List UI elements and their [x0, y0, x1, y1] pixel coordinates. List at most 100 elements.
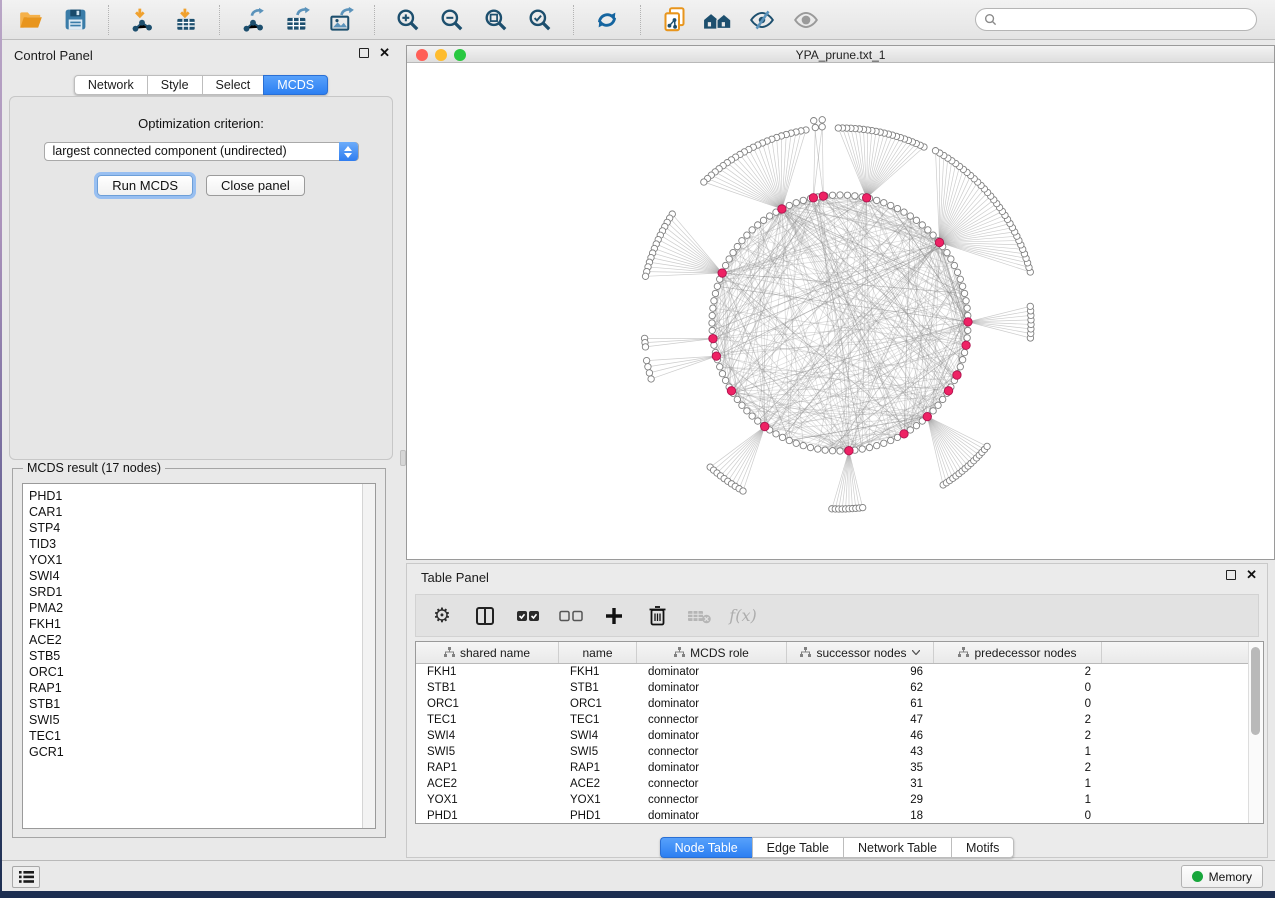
- memory-button[interactable]: Memory: [1181, 865, 1263, 888]
- refresh-icon[interactable]: [592, 5, 622, 35]
- table-row[interactable]: STB1STB1dominator620: [416, 680, 1263, 696]
- show-all-icon[interactable]: [791, 5, 821, 35]
- column-header-mcds-role[interactable]: MCDS role: [637, 642, 787, 663]
- table-cell: dominator: [637, 698, 787, 710]
- mcds-result-item[interactable]: SWI4: [29, 568, 375, 584]
- table-row[interactable]: RAP1RAP1dominator352: [416, 760, 1263, 776]
- table-panel-title: Table Panel: [421, 570, 489, 585]
- mcds-result-item[interactable]: SWI5: [29, 712, 375, 728]
- search-input[interactable]: [1002, 13, 1248, 27]
- mcds-result-item[interactable]: TEC1: [29, 728, 375, 744]
- mcds-list-scrollbar[interactable]: [362, 484, 375, 828]
- tab-network-table[interactable]: Network Table: [843, 837, 951, 858]
- run-mcds-button[interactable]: Run MCDS: [97, 175, 193, 196]
- float-window-icon[interactable]: [1226, 570, 1236, 580]
- tab-mcds[interactable]: MCDS: [263, 75, 328, 95]
- mcds-result-item[interactable]: FKH1: [29, 616, 375, 632]
- mcds-result-item[interactable]: STB5: [29, 648, 375, 664]
- table-cell: STB1: [416, 682, 559, 694]
- mcds-result-item[interactable]: YOX1: [29, 552, 375, 568]
- zoom-out-icon[interactable]: [437, 5, 467, 35]
- tree-icon: [674, 647, 685, 658]
- tab-style[interactable]: Style: [147, 75, 202, 95]
- export-table-icon[interactable]: [282, 5, 312, 35]
- table-row[interactable]: SWI5SWI5connector431: [416, 744, 1263, 760]
- table-row[interactable]: ACE2ACE2connector311: [416, 776, 1263, 792]
- table-cell: YOX1: [416, 794, 559, 806]
- network-canvas[interactable]: [407, 63, 1274, 559]
- tab-node-table[interactable]: Node Table: [660, 837, 752, 858]
- optimization-criterion-select[interactable]: largest connected component (undirected): [44, 142, 359, 161]
- column-header-shared-name[interactable]: shared name: [416, 642, 559, 663]
- chevron-down-icon: [912, 650, 920, 655]
- close-panel-icon[interactable]: ✕: [1246, 570, 1257, 580]
- table-row[interactable]: TEC1TEC1connector472: [416, 712, 1263, 728]
- close-panel-icon[interactable]: ✕: [379, 48, 390, 58]
- float-window-icon[interactable]: [359, 48, 369, 58]
- tab-select[interactable]: Select: [202, 75, 264, 95]
- open-file-icon[interactable]: [16, 5, 46, 35]
- mcds-result-item[interactable]: ORC1: [29, 664, 375, 680]
- mcds-result-list[interactable]: PHD1CAR1STP4TID3YOX1SWI4SRD1PMA2FKH1ACE2…: [22, 483, 376, 829]
- tab-motifs[interactable]: Motifs: [951, 837, 1014, 858]
- table-row[interactable]: YOX1YOX1connector291: [416, 792, 1263, 808]
- first-neighbors-icon[interactable]: [703, 5, 733, 35]
- table-cell: connector: [637, 778, 787, 790]
- zoom-fit-icon[interactable]: [481, 5, 511, 35]
- mcds-result-item[interactable]: ACE2: [29, 632, 375, 648]
- table-cell: ORC1: [416, 698, 559, 710]
- table-cell: 1: [934, 746, 1102, 758]
- mcds-result-item[interactable]: PHD1: [29, 488, 375, 504]
- export-image-icon[interactable]: [326, 5, 356, 35]
- mcds-result-item[interactable]: STB1: [29, 696, 375, 712]
- table-row[interactable]: ORC1ORC1dominator610: [416, 696, 1263, 712]
- node-table[interactable]: shared name name MCDS role successor nod…: [415, 641, 1264, 824]
- add-row-icon[interactable]: [602, 604, 626, 628]
- select-all-icon[interactable]: [516, 604, 540, 628]
- table-cell: PHD1: [559, 810, 637, 822]
- zoom-selected-icon[interactable]: [525, 5, 555, 35]
- table-cell: STB1: [559, 682, 637, 694]
- table-cell: connector: [637, 794, 787, 806]
- mcds-result-item[interactable]: SRD1: [29, 584, 375, 600]
- network-window-titlebar[interactable]: YPA_prune.txt_1: [407, 46, 1274, 63]
- mcds-result-group: MCDS result (17 nodes) PHD1CAR1STP4TID3Y…: [12, 468, 386, 838]
- column-header-predecessor-nodes[interactable]: predecessor nodes: [934, 642, 1102, 663]
- table-cell: RAP1: [559, 762, 637, 774]
- export-network-icon[interactable]: [238, 5, 268, 35]
- table-cell: SWI5: [416, 746, 559, 758]
- search-box[interactable]: [975, 8, 1257, 31]
- tab-edge-table[interactable]: Edge Table: [752, 837, 843, 858]
- mcds-result-item[interactable]: PMA2: [29, 600, 375, 616]
- table-row[interactable]: FKH1FKH1dominator962: [416, 664, 1263, 680]
- table-toolbar: ⚙ f(x): [415, 594, 1259, 637]
- node-table-body[interactable]: FKH1FKH1dominator962STB1STB1dominator620…: [416, 664, 1263, 823]
- table-row[interactable]: PHD1PHD1dominator180: [416, 808, 1263, 824]
- save-session-icon[interactable]: [60, 5, 90, 35]
- table-cell: connector: [637, 746, 787, 758]
- column-header-successor-nodes[interactable]: successor nodes: [787, 642, 934, 663]
- mcds-result-item[interactable]: CAR1: [29, 504, 375, 520]
- table-scrollbar[interactable]: [1248, 642, 1263, 823]
- table-scrollbar-thumb[interactable]: [1251, 647, 1260, 735]
- mcds-result-item[interactable]: RAP1: [29, 680, 375, 696]
- import-table-icon[interactable]: [171, 5, 201, 35]
- table-cell: dominator: [637, 762, 787, 774]
- clone-network-icon[interactable]: [659, 5, 689, 35]
- delete-row-icon[interactable]: [645, 604, 669, 628]
- mcds-result-item[interactable]: STP4: [29, 520, 375, 536]
- mcds-result-item[interactable]: GCR1: [29, 744, 375, 760]
- network-graph[interactable]: [407, 63, 1274, 559]
- mcds-result-item[interactable]: TID3: [29, 536, 375, 552]
- close-panel-button[interactable]: Close panel: [206, 175, 305, 196]
- zoom-in-icon[interactable]: [393, 5, 423, 35]
- tab-network[interactable]: Network: [74, 75, 147, 95]
- column-header-name[interactable]: name: [559, 642, 637, 663]
- table-row[interactable]: SWI4SWI4dominator462: [416, 728, 1263, 744]
- settings-gear-icon[interactable]: ⚙: [430, 604, 454, 628]
- hide-selected-icon[interactable]: [747, 5, 777, 35]
- show-columns-icon[interactable]: [473, 604, 497, 628]
- import-network-icon[interactable]: [127, 5, 157, 35]
- deselect-all-icon[interactable]: [559, 604, 583, 628]
- task-history-button[interactable]: [12, 866, 40, 888]
